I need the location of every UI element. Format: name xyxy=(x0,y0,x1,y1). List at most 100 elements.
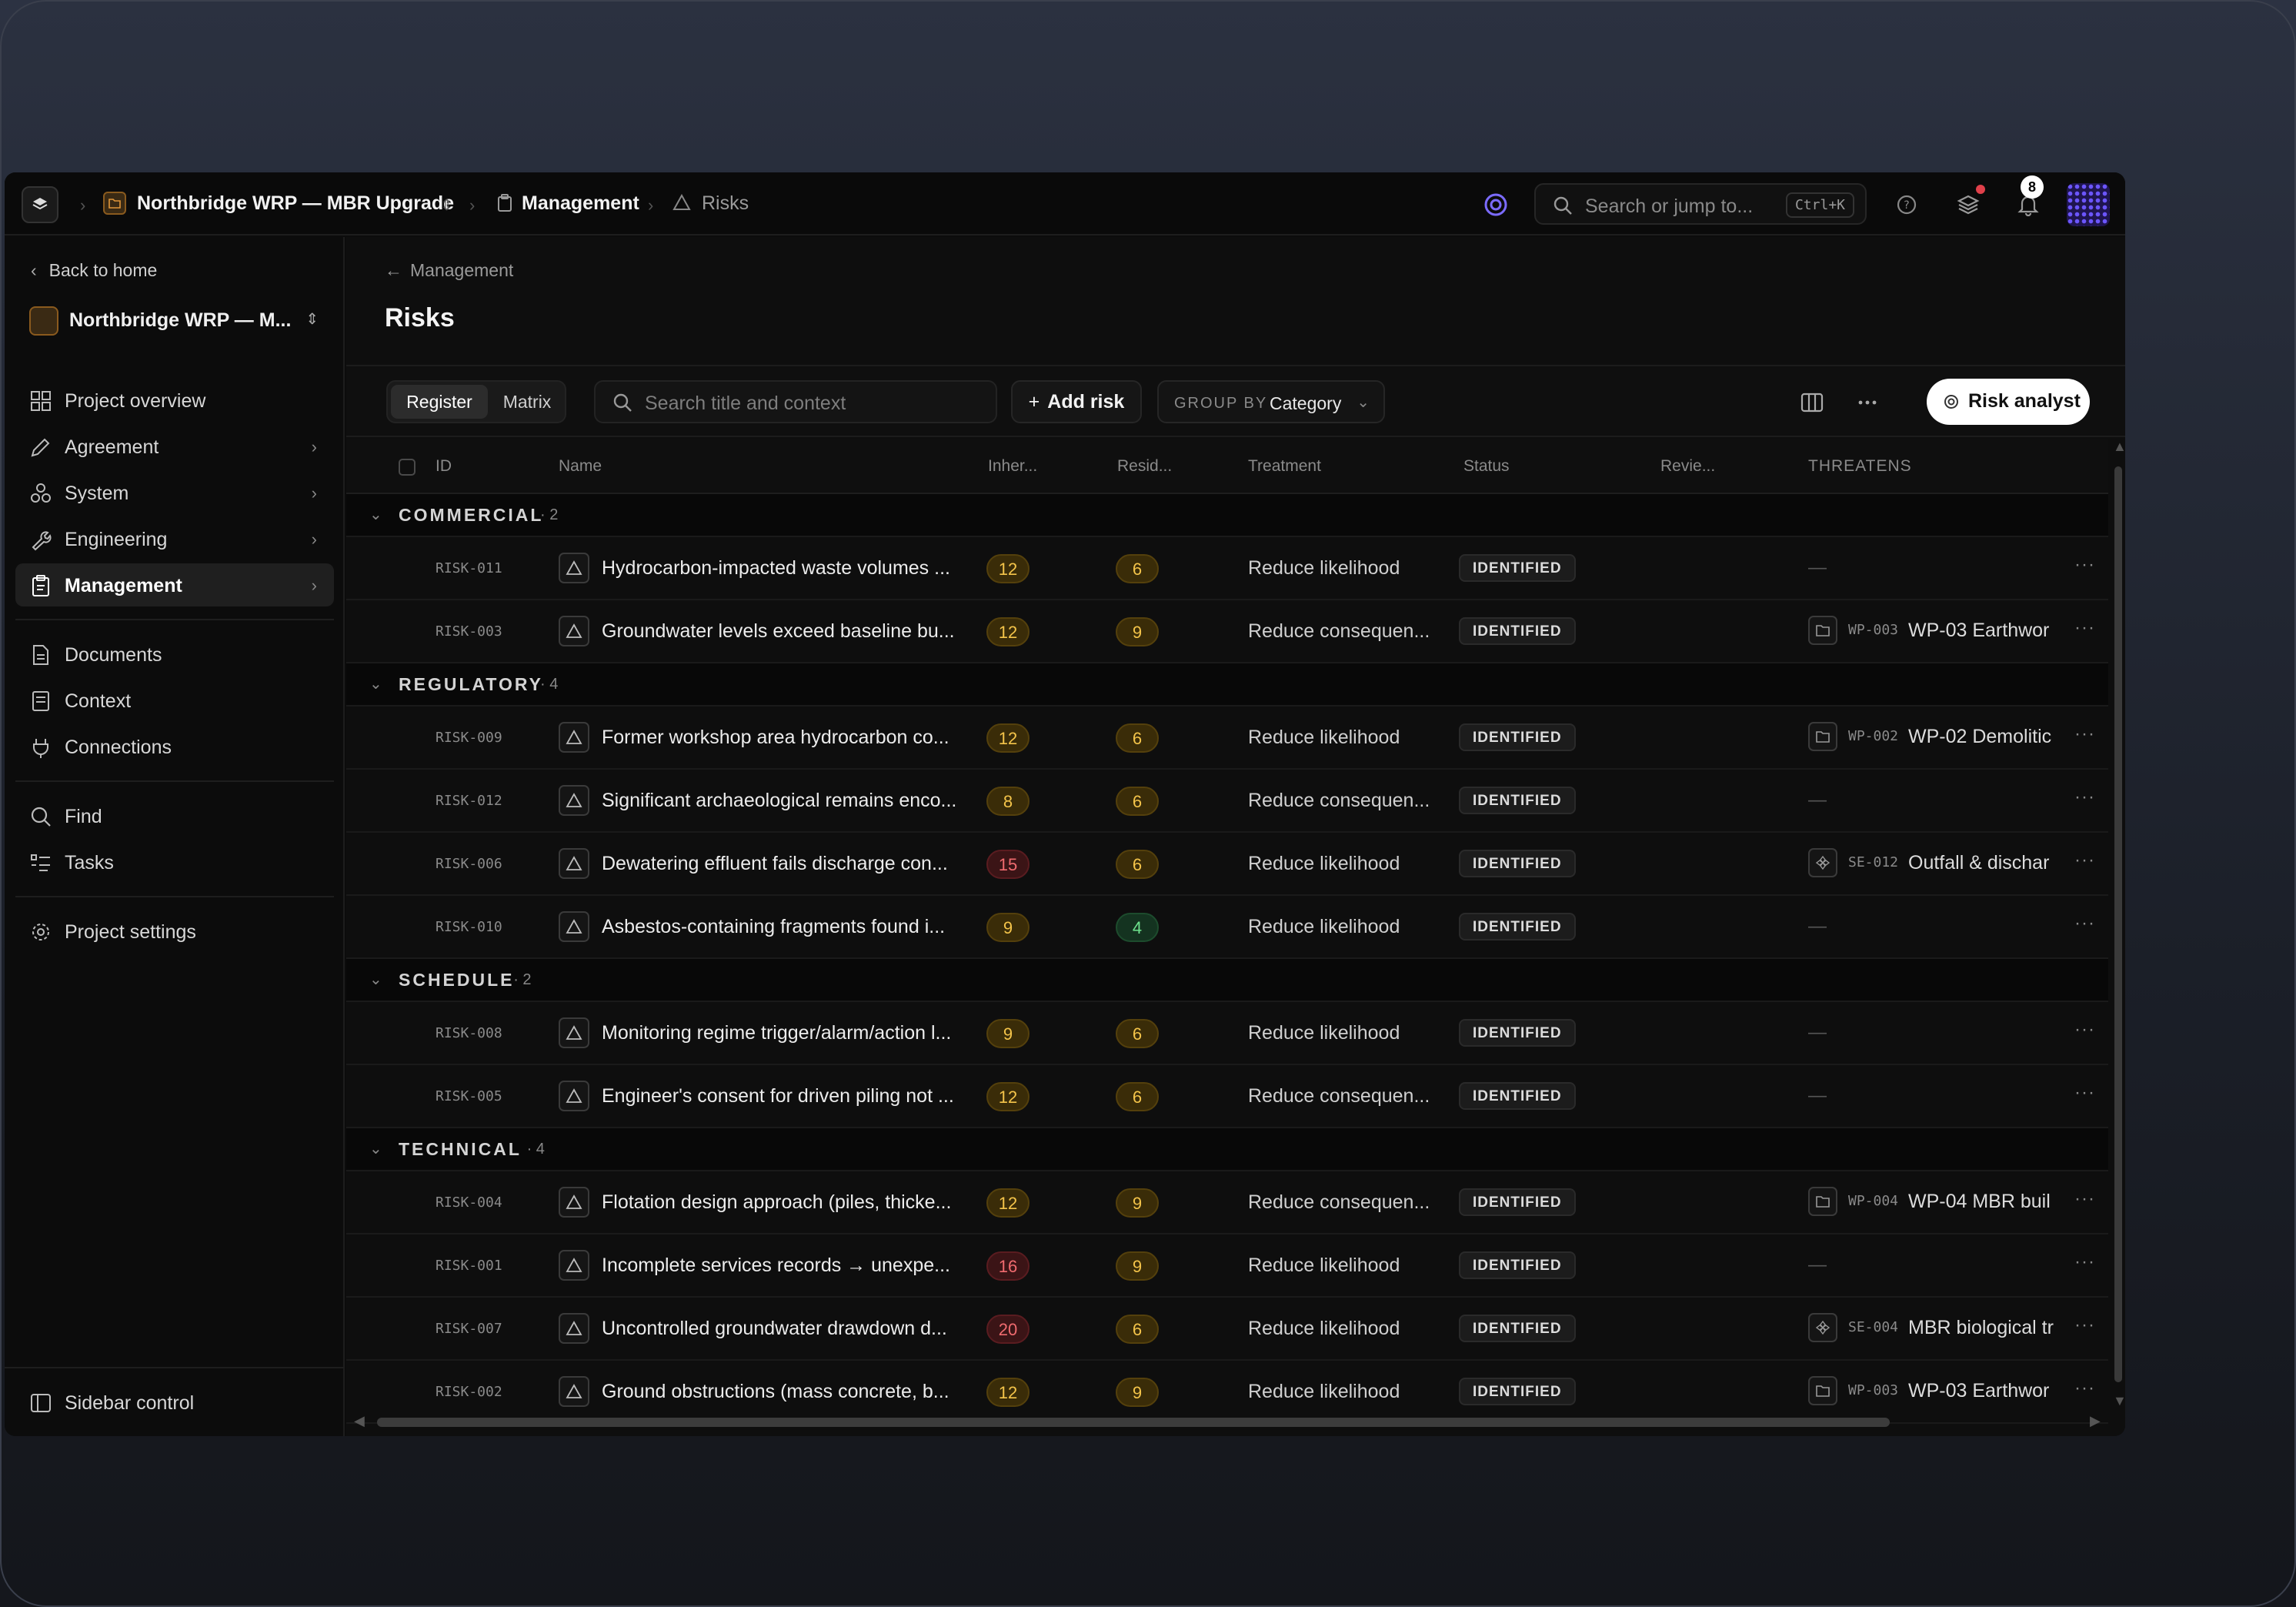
group-header-regulatory[interactable]: ⌄ REGULATORY · 4 xyxy=(346,663,2108,707)
group-header-technical[interactable]: ⌄ TECHNICAL · 4 xyxy=(346,1128,2108,1171)
horizontal-scrollbar[interactable]: ◀ ▶ xyxy=(354,1413,2107,1432)
scrollbar-thumb[interactable] xyxy=(377,1418,1890,1427)
row-more-icon[interactable]: ··· xyxy=(2074,1188,2095,1210)
select-all-checkbox[interactable] xyxy=(399,459,415,476)
risk-name[interactable]: Dewatering effluent fails discharge con.… xyxy=(602,853,960,875)
avatar[interactable] xyxy=(2067,183,2110,226)
group-by-select[interactable]: GROUP BY Category ⌄ xyxy=(1157,380,1385,423)
risk-name[interactable]: Former workshop area hydrocarbon co... xyxy=(602,727,960,749)
back-to-home-link[interactable]: ‹ Back to home xyxy=(31,260,157,281)
ai-target-icon[interactable] xyxy=(1480,189,1511,220)
breadcrumb-section[interactable]: Management xyxy=(522,192,639,215)
threat-link[interactable]: WP-003 WP-03 Earthwor xyxy=(1808,1376,2101,1408)
chevron-down-icon[interactable]: ⌄ xyxy=(369,1139,382,1158)
sidebar-control-button[interactable]: Sidebar control xyxy=(15,1381,334,1424)
column-header-status[interactable]: Status xyxy=(1463,457,1510,476)
table-row[interactable]: RISK-007 Uncontrolled groundwater drawdow… xyxy=(346,1298,2108,1361)
risk-name[interactable]: Asbestos-containing fragments found i... xyxy=(602,916,960,938)
sidebar-item-agreement[interactable]: Agreement › xyxy=(15,425,334,468)
risk-analyst-label: Risk analyst xyxy=(1968,390,2081,412)
chevron-updown-icon[interactable]: ⇕ xyxy=(440,195,453,215)
row-more-icon[interactable]: ··· xyxy=(2074,1019,2095,1041)
sidebar-item-engineering[interactable]: Engineering › xyxy=(15,517,334,560)
chevron-down-icon[interactable]: ⌄ xyxy=(369,674,382,693)
risk-name[interactable]: Ground obstructions (mass concrete, b... xyxy=(602,1381,960,1403)
search-input[interactable]: Search title and context xyxy=(594,380,997,423)
row-more-icon[interactable]: ··· xyxy=(2074,554,2095,576)
global-search[interactable]: Search or jump to... Ctrl+K xyxy=(1534,183,1867,225)
table-row[interactable]: RISK-011 Hydrocarbon-impacted waste volum… xyxy=(346,537,2108,600)
project-switcher[interactable]: Northbridge WRP — M... ⇕ xyxy=(26,296,329,343)
group-header-commercial[interactable]: ⌄ COMMERCIAL · 2 xyxy=(346,494,2108,537)
column-header-name[interactable]: Name xyxy=(559,457,602,476)
threat-link[interactable]: WP-004 WP-04 MBR buil xyxy=(1808,1187,2101,1219)
help-icon[interactable]: ? xyxy=(1891,189,1922,220)
row-more-icon[interactable]: ··· xyxy=(2074,617,2095,639)
threat-link[interactable]: WP-002 WP-02 Demolitic xyxy=(1808,722,2101,754)
risk-name[interactable]: Hydrocarbon-impacted waste volumes ... xyxy=(602,557,960,580)
risk-name[interactable]: Monitoring regime trigger/alarm/action l… xyxy=(602,1022,960,1044)
sidebar-item-system[interactable]: System › xyxy=(15,471,334,514)
chevron-down-icon[interactable]: ⌄ xyxy=(369,970,382,989)
tab-register[interactable]: Register xyxy=(391,385,488,419)
table-row[interactable]: RISK-010 Asbestos-containing fragments fo… xyxy=(346,896,2108,959)
app-logo-icon[interactable] xyxy=(22,186,58,223)
column-header-threatens[interactable]: THREATENS xyxy=(1808,457,1912,476)
breadcrumb-project[interactable]: Northbridge WRP — MBR Upgrade xyxy=(137,192,454,215)
column-header-residual[interactable]: Resid... xyxy=(1117,457,1172,476)
scroll-up-icon[interactable]: ▲ xyxy=(2113,439,2125,455)
group-count: · 2 xyxy=(513,971,532,988)
risk-name[interactable]: Uncontrolled groundwater drawdown d... xyxy=(602,1318,960,1340)
vertical-scrollbar[interactable]: ▲ ▼ xyxy=(2113,439,2125,1416)
risk-name[interactable]: Incomplete services records → unexpe... xyxy=(602,1255,960,1277)
table-row[interactable]: RISK-004 Flotation design approach (piles… xyxy=(346,1171,2108,1234)
row-more-icon[interactable]: ··· xyxy=(2074,787,2095,808)
sidebar-item-project-settings[interactable]: Project settings xyxy=(15,910,334,953)
sidebar-item-find[interactable]: Find xyxy=(15,794,334,837)
sidebar-item-project-overview[interactable]: Project overview xyxy=(15,379,334,422)
table-row[interactable]: RISK-003 Groundwater levels exceed baseli… xyxy=(346,600,2108,663)
risk-name[interactable]: Groundwater levels exceed baseline bu... xyxy=(602,620,960,643)
scroll-down-icon[interactable]: ▼ xyxy=(2113,1393,2125,1409)
risk-name[interactable]: Significant archaeological remains enco.… xyxy=(602,790,960,812)
row-more-icon[interactable]: ··· xyxy=(2074,913,2095,934)
risk-name[interactable]: Flotation design approach (piles, thicke… xyxy=(602,1191,960,1214)
column-header-treatment[interactable]: Treatment xyxy=(1248,457,1321,476)
scrollbar-thumb[interactable] xyxy=(2114,466,2122,1382)
table-row[interactable]: RISK-005 Engineer's consent for driven pi… xyxy=(346,1065,2108,1128)
table-row[interactable]: RISK-006 Dewatering effluent fails discha… xyxy=(346,833,2108,896)
table-row[interactable]: RISK-009 Former workshop area hydrocarbon… xyxy=(346,707,2108,770)
sidebar-item-management[interactable]: Management › xyxy=(15,563,334,606)
columns-icon[interactable] xyxy=(1799,389,1825,416)
row-more-icon[interactable]: ··· xyxy=(2074,723,2095,745)
row-more-icon[interactable]: ··· xyxy=(2074,1251,2095,1273)
chevron-down-icon[interactable]: ⌄ xyxy=(369,505,382,524)
column-header-id[interactable]: ID xyxy=(436,457,452,476)
sidebar-item-tasks[interactable]: Tasks xyxy=(15,840,334,884)
back-to-management-link[interactable]: ← Management xyxy=(385,260,513,281)
scroll-left-icon[interactable]: ◀ xyxy=(354,1413,365,1429)
table-row[interactable]: RISK-008 Monitoring regime trigger/alarm/… xyxy=(346,1002,2108,1065)
threat-link[interactable]: SE-004 MBR biological tr xyxy=(1808,1313,2101,1345)
table-row[interactable]: RISK-001 Incomplete services records → un… xyxy=(346,1234,2108,1298)
row-more-icon[interactable]: ··· xyxy=(2074,1082,2095,1104)
column-header-inherent[interactable]: Inher... xyxy=(988,457,1037,476)
table-row[interactable]: RISK-012 Significant archaeological remai… xyxy=(346,770,2108,833)
tab-matrix[interactable]: Matrix xyxy=(492,385,562,419)
sidebar-item-context[interactable]: Context xyxy=(15,679,334,722)
row-more-icon[interactable]: ··· xyxy=(2074,1378,2095,1399)
risk-name[interactable]: Engineer's consent for driven piling not… xyxy=(602,1085,960,1108)
add-risk-button[interactable]: + Add risk xyxy=(1011,380,1142,423)
threat-link[interactable]: WP-003 WP-03 Earthwor xyxy=(1808,616,2101,648)
row-more-icon[interactable]: ··· xyxy=(2074,1315,2095,1336)
layers-icon[interactable] xyxy=(1953,189,1984,220)
group-header-schedule[interactable]: ⌄ SCHEDULE · 2 xyxy=(346,959,2108,1002)
sidebar-item-connections[interactable]: Connections xyxy=(15,725,334,768)
risk-analyst-button[interactable]: Risk analyst xyxy=(1927,379,2090,425)
scroll-right-icon[interactable]: ▶ xyxy=(2090,1413,2101,1429)
row-more-icon[interactable]: ··· xyxy=(2074,850,2095,871)
threat-link[interactable]: SE-012 Outfall & dischar xyxy=(1808,848,2101,880)
sidebar-item-documents[interactable]: Documents xyxy=(15,633,334,676)
column-header-review[interactable]: Revie... xyxy=(1660,457,1715,476)
more-options-icon[interactable] xyxy=(1854,389,1881,416)
